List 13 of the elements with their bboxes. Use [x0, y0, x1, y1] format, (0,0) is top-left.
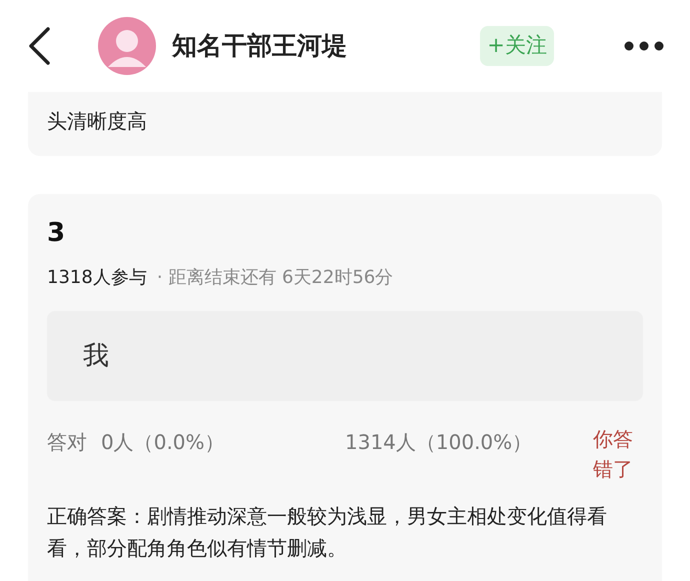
answer-text: 头清晰度高 — [47, 108, 148, 135]
correct-count: 0人（0.0%） — [101, 429, 226, 456]
account-name: 知名干部王河堤 — [172, 30, 347, 62]
back-icon[interactable] — [26, 26, 52, 66]
countdown-text: · 距离结束还有 6天22时56分 — [156, 266, 394, 290]
correct-answer-text: 正确答案：剧情推动深意一般较为浅显，男女主相处变化值得看看，部分配角角色似有情节删减。 — [47, 503, 608, 562]
answer-count: 1314人（100.0%） — [345, 429, 532, 456]
result-text: 你答错了 — [593, 426, 634, 483]
correct-label: 答对 — [47, 429, 87, 456]
participant-count: 1318人参与 — [47, 266, 147, 290]
question-number: 3 — [47, 217, 66, 250]
more-icon[interactable] — [624, 41, 664, 51]
option-box[interactable]: 我 — [47, 311, 643, 401]
